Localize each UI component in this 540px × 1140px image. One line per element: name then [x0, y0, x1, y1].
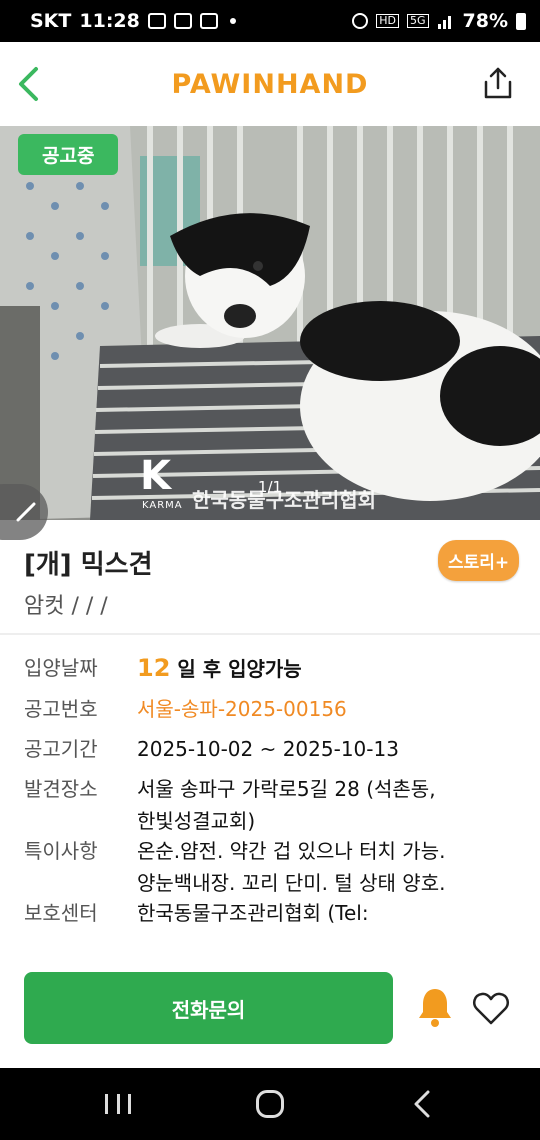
youtube-icon — [199, 13, 218, 29]
bell-icon — [419, 989, 451, 1027]
info-row-special: 특이사항 온순.얌전. 약간 겁 있으나 터치 가능. 양눈백내장. 꼬리 단미… — [24, 835, 524, 897]
system-nav-bar — [0, 1068, 540, 1140]
adopt-suffix: 일 후 입양가능 — [177, 657, 302, 681]
carrier-label: SKT — [30, 10, 72, 32]
battery-percent: 78% — [462, 10, 508, 32]
info-table: 입양날짜 12 일 후 입양가능 공고번호 서울-송파-2025-00156 공… — [24, 652, 524, 937]
heart-button[interactable] — [472, 990, 510, 1026]
recent-apps-button[interactable] — [105, 1094, 131, 1114]
special-value-line-1: 온순.얌전. 약간 겁 있으나 터치 가능. — [137, 839, 446, 863]
bell-button[interactable] — [416, 986, 454, 1028]
status-left: SKT 11:28 — [30, 10, 236, 32]
special-label: 특이사항 — [24, 839, 98, 863]
edit-floating-button[interactable] — [0, 484, 48, 540]
share-icon — [484, 67, 512, 99]
alarm-icon — [352, 13, 369, 29]
pencil-icon — [16, 502, 36, 522]
found-value-line-2: 한빛성결교회) — [137, 809, 256, 833]
notification-icon — [147, 13, 166, 29]
heart-icon — [473, 992, 509, 1025]
photo-counter: 1/1 — [257, 478, 283, 496]
found-value-line-1: 서울 송파구 가락로5길 28 (석촌동, — [137, 777, 436, 801]
back-nav-button[interactable] — [410, 1090, 434, 1118]
clock: 11:28 — [79, 10, 140, 32]
notice-label: 공고번호 — [24, 697, 98, 721]
info-row-center: 보호센터 한국동물구조관리협회 (Tel: — [24, 897, 524, 937]
call-button[interactable]: 전화문의 — [24, 972, 393, 1044]
status-bar: SKT 11:28 HD 5G 78% — [0, 0, 540, 42]
back-button[interactable] — [8, 62, 48, 106]
period-label: 공고기간 — [24, 737, 98, 761]
chevron-left-icon — [414, 1090, 430, 1118]
home-button[interactable] — [256, 1090, 284, 1118]
adopt-days: 12 — [137, 654, 171, 682]
gallery-icon — [173, 13, 192, 29]
animal-title: [개] 믹스견 — [24, 550, 153, 580]
info-row-adopt: 입양날짜 12 일 후 입양가능 — [24, 652, 524, 693]
status-right: HD 5G 78% — [352, 10, 526, 32]
signal-icon — [437, 16, 451, 29]
found-label: 발견장소 — [24, 777, 98, 801]
info-row-found: 발견장소 서울 송파구 가락로5길 28 (석촌동, 한빛성결교회) — [24, 773, 524, 835]
divider — [0, 633, 540, 635]
watermark-brand: KARMA — [142, 500, 183, 511]
info-row-period: 공고기간 2025-10-02 ~ 2025-10-13 — [24, 733, 524, 773]
app-header: PAWINHAND — [0, 42, 540, 126]
animal-photo[interactable]: 공고중 K KARMA 한국동물구조관리협회 1/1 — [0, 126, 540, 520]
story-button[interactable]: 스토리+ — [438, 540, 520, 581]
battery-icon — [516, 12, 526, 30]
special-value: 온순.얌전. 약간 겁 있으나 터치 가능. 양눈백내장. 꼬리 단미. 털 상… — [137, 835, 524, 897]
found-value: 서울 송파구 가락로5길 28 (석촌동, 한빛성결교회) — [137, 773, 524, 835]
chevron-left-icon — [19, 67, 38, 101]
info-row-notice: 공고번호 서울-송파-2025-00156 — [24, 693, 524, 733]
center-value: 한국동물구조관리협회 (Tel: — [137, 901, 369, 925]
period-value: 2025-10-02 ~ 2025-10-13 — [137, 737, 399, 761]
share-button[interactable] — [482, 66, 514, 102]
brand-logo: PAWINHAND — [171, 68, 369, 100]
center-label: 보호센터 — [24, 901, 98, 925]
hd-voice-icon: HD — [376, 14, 399, 28]
more-notifications-icon — [229, 18, 236, 24]
status-badge: 공고중 — [18, 134, 119, 175]
special-value-line-2: 양눈백내장. 꼬리 단미. 털 상태 양호. — [137, 871, 446, 895]
animal-subtitle: 암컷 / / / — [24, 594, 108, 619]
adopt-label: 입양날짜 — [24, 656, 98, 680]
adopt-value: 12 일 후 입양가능 — [137, 652, 524, 693]
network-5g-icon: 5G — [406, 14, 429, 28]
photo-illustration — [0, 126, 540, 520]
notice-value: 서울-송파-2025-00156 — [137, 697, 347, 721]
